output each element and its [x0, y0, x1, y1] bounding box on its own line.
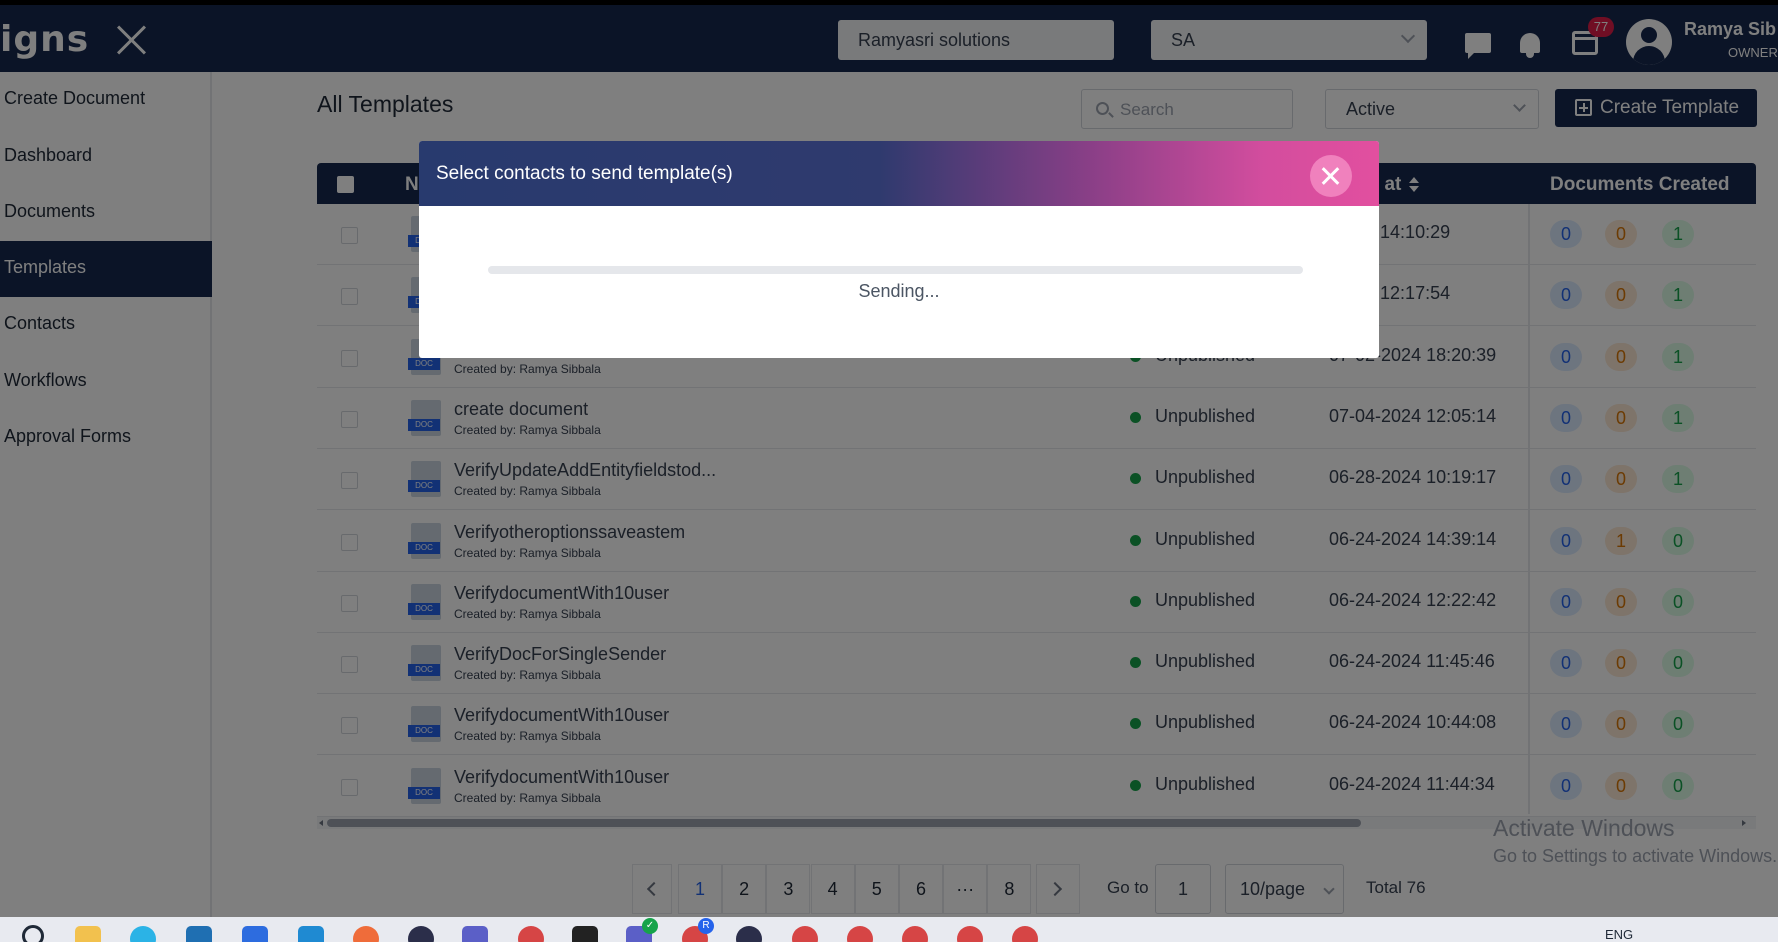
taskbar-profile-badge: R: [698, 918, 714, 934]
taskbar-check-badge: ✓: [642, 918, 658, 934]
terminal-icon[interactable]: [572, 926, 598, 942]
chrome-profile-icon[interactable]: [518, 926, 544, 942]
language-indicator[interactable]: ENG: [1605, 927, 1633, 942]
vscode-icon[interactable]: [298, 926, 324, 942]
progress-bar: [488, 266, 1303, 274]
teams-icon[interactable]: [462, 926, 488, 942]
windows-taskbar: ✓ R ENG: [0, 917, 1778, 942]
chrome-icon[interactable]: [902, 926, 928, 942]
postman-icon[interactable]: [353, 926, 379, 942]
chrome-icon[interactable]: [847, 926, 873, 942]
close-modal-icon[interactable]: [1310, 155, 1352, 197]
outlook-icon[interactable]: [242, 926, 268, 942]
app-icon[interactable]: [736, 926, 762, 942]
store-icon[interactable]: [186, 926, 212, 942]
send-template-modal: Select contacts to send template(s) Send…: [419, 141, 1379, 358]
modal-backdrop[interactable]: [0, 0, 1778, 917]
modal-title: Select contacts to send template(s): [436, 163, 733, 184]
taskbar-search-icon[interactable]: [22, 925, 44, 942]
sending-status: Sending...: [858, 281, 940, 301]
edge-browser-icon[interactable]: [130, 926, 156, 942]
modal-header: Select contacts to send template(s): [419, 141, 1379, 206]
chrome-icon[interactable]: [1012, 926, 1038, 942]
eclipse-icon[interactable]: [408, 926, 434, 942]
chrome-icon[interactable]: [792, 926, 818, 942]
file-explorer-icon[interactable]: [75, 926, 101, 942]
chrome-icon[interactable]: [957, 926, 983, 942]
